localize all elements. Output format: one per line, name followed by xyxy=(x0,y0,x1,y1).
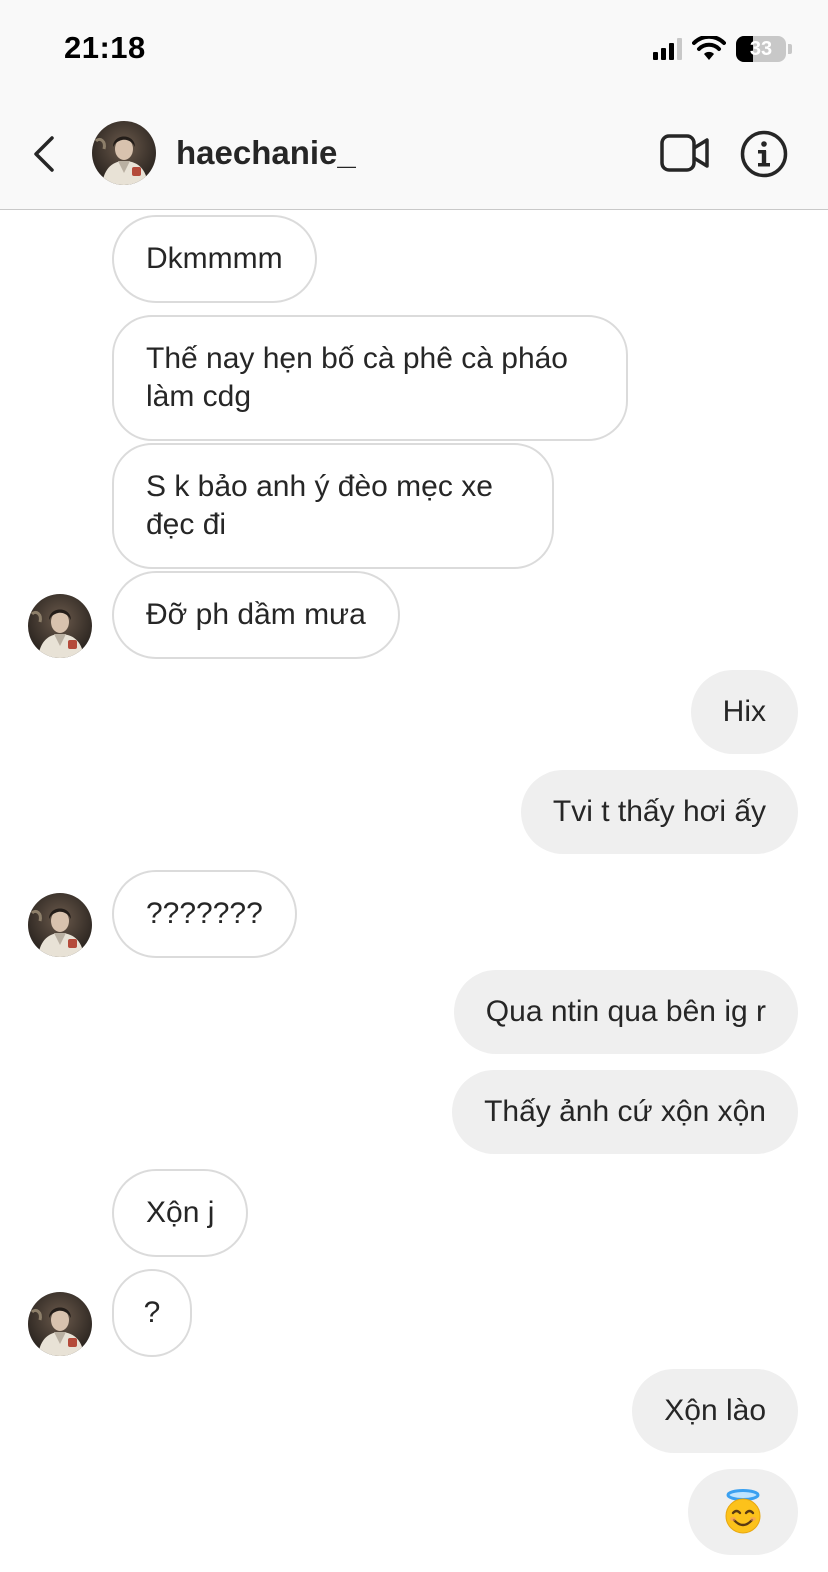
chat-username[interactable]: haechanie_ xyxy=(176,134,356,172)
battery-cap xyxy=(788,44,792,54)
message-bubble-outgoing[interactable]: Tvi t thấy hơi ấy xyxy=(520,770,798,854)
message-bubble-outgoing-emoji[interactable] xyxy=(688,1469,798,1555)
message-bubble-outgoing[interactable]: Hix xyxy=(690,670,798,754)
info-button[interactable] xyxy=(740,130,788,178)
smiling-face-with-halo-icon xyxy=(725,1489,761,1534)
video-camera-icon xyxy=(660,134,709,172)
chat-header: haechanie_ xyxy=(0,100,828,210)
message-bubble-incoming[interactable]: S k bảo anh ý đèo mẹc xe đẹc đi xyxy=(112,443,554,569)
wifi-icon xyxy=(692,36,726,60)
status-time: 21:18 xyxy=(64,30,146,65)
status-icons: 33 xyxy=(653,34,792,64)
message-bubble-outgoing[interactable]: Thấy ảnh cứ xộn xộn xyxy=(452,1070,798,1154)
sender-avatar[interactable] xyxy=(28,594,92,658)
battery-icon: 33 xyxy=(736,36,786,62)
sender-avatar[interactable] xyxy=(28,1292,92,1356)
chevron-left-icon xyxy=(34,136,54,172)
info-circle-icon xyxy=(740,130,788,178)
message-bubble-incoming[interactable]: ? xyxy=(112,1269,192,1357)
message-bubble-incoming[interactable]: Xộn j xyxy=(112,1169,249,1257)
back-button[interactable] xyxy=(24,130,64,178)
message-bubble-outgoing[interactable]: Xộn lào xyxy=(632,1369,798,1453)
message-bubble-incoming[interactable]: Đỡ ph dầm mưa xyxy=(112,571,400,659)
header-avatar[interactable] xyxy=(92,121,156,185)
message-bubble-incoming[interactable]: Thế nay hẹn bố cà phê cà pháo làm cdg xyxy=(112,315,628,441)
message-bubble-outgoing[interactable]: Qua ntin qua bên ig r xyxy=(453,970,798,1054)
battery-level: 33 xyxy=(749,37,773,60)
status-bar: 21:18 33 xyxy=(0,0,828,100)
sender-avatar[interactable] xyxy=(28,893,92,957)
message-bubble-incoming[interactable]: Dkmmmm xyxy=(112,215,317,303)
video-call-button[interactable] xyxy=(658,130,712,176)
message-bubble-incoming[interactable]: ??????? xyxy=(112,870,297,958)
cellular-signal-icon xyxy=(653,38,682,60)
